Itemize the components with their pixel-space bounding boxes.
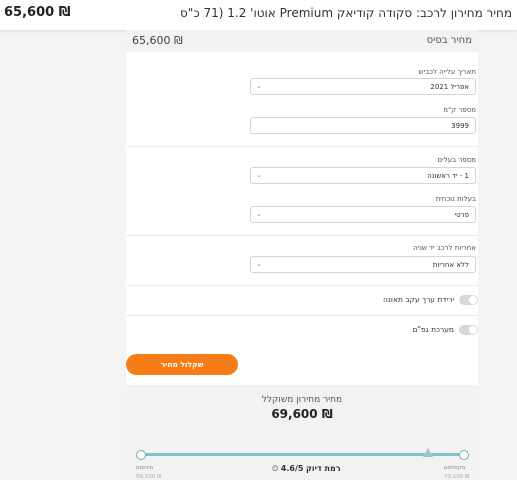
- base-price-label: מחיר בסיס: [426, 35, 472, 46]
- weighted-price-panel: מחיר מחירון משוקלל 69,600 ₪ מינימום מקסי…: [126, 385, 478, 480]
- max-value: 73,100 ₪: [444, 474, 470, 480]
- km-label: מספר ק"מ: [443, 106, 476, 114]
- divider: [126, 285, 478, 286]
- page-title: מחיר מחירון לרכב: סקודה קודיאק Premium א…: [180, 6, 512, 20]
- owners-select[interactable]: 1 - יד ראשונה ⌄: [250, 167, 476, 184]
- price-calculator-card: מחיר בסיס 65,600 ₪ תאריך עלייה לכביש אפר…: [126, 30, 478, 480]
- warranty-label: אחריות לרכב יד שניה: [413, 244, 476, 252]
- ownership-select[interactable]: פרטי ⌄: [250, 206, 476, 223]
- current-price-marker: [422, 448, 433, 457]
- road-date-value: אפריל 2021: [430, 83, 469, 91]
- owners-label: מספר בעלים: [437, 156, 476, 164]
- accuracy-rating: רמת דיוק 4.6/5 ⏲: [270, 464, 341, 474]
- accident-toggle[interactable]: [459, 295, 478, 305]
- ownership-value: פרטי: [454, 211, 469, 219]
- toggle-knob: [469, 296, 477, 304]
- clock-icon: ⏲: [272, 464, 279, 473]
- min-dot: [136, 450, 146, 460]
- base-price-value: 65,600 ₪: [132, 34, 183, 47]
- road-date-select[interactable]: אפריל 2021 ⌄: [250, 78, 476, 95]
- divider: [126, 315, 478, 316]
- ownership-label: בעלות נוכחית: [435, 195, 476, 203]
- toggle-knob: [469, 326, 477, 334]
- accident-toggle-label: ירידת ערך עקב תאונה: [383, 295, 454, 304]
- max-label: מקסימום: [444, 465, 466, 471]
- weighted-price-title: מחיר מחירון משוקלל: [261, 395, 343, 405]
- weighted-price-value: 69,600 ₪: [271, 407, 333, 421]
- km-input[interactable]: 3999: [250, 117, 476, 134]
- accuracy-value: 4.6/5: [280, 464, 304, 473]
- accuracy-label: רמת דיוק: [306, 464, 341, 473]
- chevron-down-icon: ⌄: [256, 210, 262, 218]
- divider: [126, 146, 478, 147]
- gas-toggle[interactable]: [459, 325, 478, 335]
- chevron-down-icon: ⌄: [256, 82, 262, 90]
- road-date-label: תאריך עלייה לכביש: [418, 68, 476, 76]
- calculate-price-button[interactable]: שקלול מחיר: [126, 354, 238, 375]
- header-price: 65,600 ₪: [4, 5, 71, 20]
- warranty-value: ללא אחריות: [432, 261, 469, 269]
- gas-toggle-label: מערכת גפ"ם: [412, 325, 454, 334]
- min-value: 66,100 ₪: [136, 474, 162, 480]
- warranty-select[interactable]: ללא אחריות ⌄: [250, 256, 476, 273]
- divider: [126, 235, 478, 236]
- top-bar: 65,600 ₪ מחיר מחירון לרכב: סקודה קודיאק …: [0, 0, 517, 30]
- chevron-down-icon: ⌄: [256, 260, 262, 268]
- km-value: 3999: [451, 122, 469, 130]
- chevron-down-icon: ⌄: [256, 171, 262, 179]
- max-dot: [459, 450, 469, 460]
- price-range-fill: [144, 453, 459, 456]
- min-label: מינימום: [136, 465, 154, 471]
- base-price-row: מחיר בסיס 65,600 ₪: [126, 30, 478, 52]
- owners-value: 1 - יד ראשונה: [427, 172, 469, 180]
